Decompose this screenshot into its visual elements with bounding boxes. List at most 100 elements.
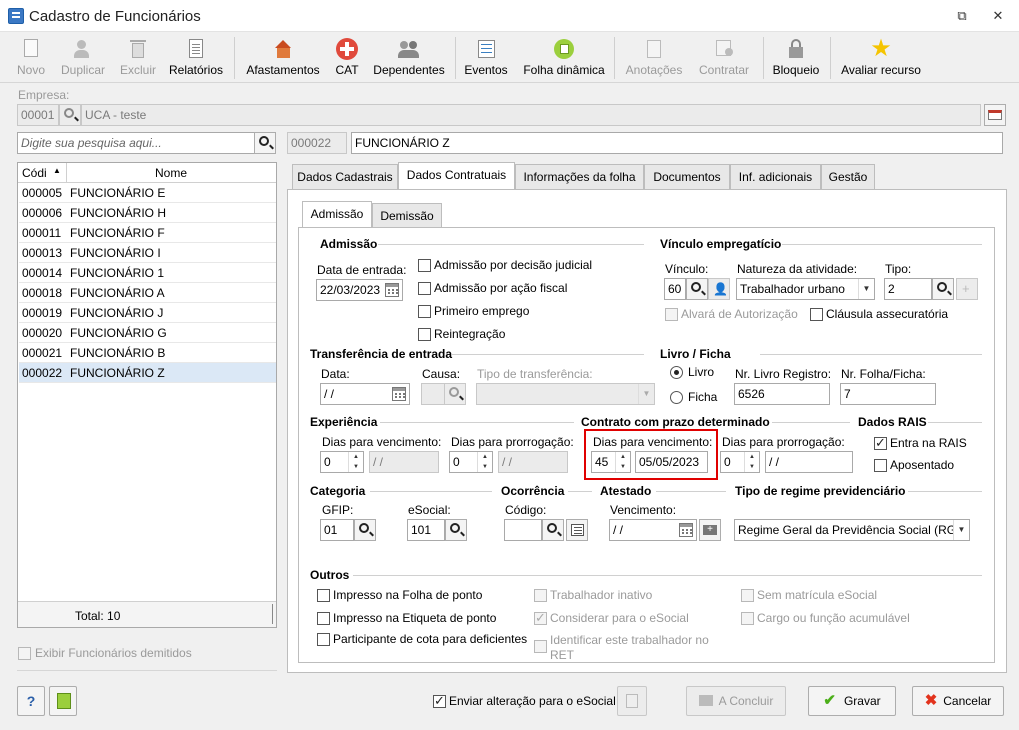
column-name-header[interactable]: Nome [155,166,187,180]
atestado-add-button[interactable]: + [699,519,721,541]
causa-field[interactable] [421,383,445,405]
reintegracao-checkbox[interactable] [418,328,431,341]
clausula-checkbox[interactable] [810,308,823,321]
table-row[interactable]: 000011 FUNCIONÁRIO F [19,223,276,243]
cat-button[interactable]: CAT [331,35,363,81]
regime-select[interactable]: Regime Geral da Previdência Social (RGP ▼ [734,519,970,541]
admissao-judicial-checkbox[interactable] [418,259,431,272]
gravar-button[interactable]: ✔ Gravar [808,686,896,716]
table-row[interactable]: 000019 FUNCIONÁRIO J [19,303,276,323]
empresa-name-field[interactable]: UCA - teste [81,104,981,126]
sem-matricula-checkbox[interactable] [741,589,754,602]
exp-data-prorr-field[interactable]: / / [498,451,568,473]
table-row[interactable]: 000014 FUNCIONÁRIO 1 [19,263,276,283]
exp-dias-venc-stepper[interactable]: 0 ▲ ▼ [320,451,364,473]
tab-gestao[interactable]: Gestão [821,164,875,190]
impresso-etiqueta-checkbox[interactable] [317,612,330,625]
help-button[interactable]: ? [17,686,45,716]
stepper-arrows-icon[interactable]: ▲ ▼ [348,452,363,472]
causa-search-button[interactable] [444,383,466,405]
avaliar-recurso-button[interactable]: ★ Avaliar recurso [838,35,924,81]
entra-rais-checkbox[interactable] [874,435,887,451]
transferencia-data-field[interactable]: / / [320,383,410,405]
import-button[interactable] [49,686,77,716]
table-row[interactable]: 000021 FUNCIONÁRIO B [19,343,276,363]
chevron-down-icon[interactable]: ▼ [953,520,969,540]
trabalhador-inativo-checkbox[interactable] [534,589,547,602]
esocial-search-button[interactable] [445,519,467,541]
calendar-icon[interactable] [382,280,402,300]
atestado-venc-field[interactable]: / / [609,519,697,541]
a-concluir-button[interactable]: A Concluir [686,686,786,716]
enviar-esocial-checkbox[interactable] [433,693,446,709]
table-row[interactable]: 000018 FUNCIONÁRIO A [19,283,276,303]
cota-deficientes-checkbox[interactable] [317,633,330,646]
contrato-data-venc-field[interactable]: 05/05/2023 [635,451,708,473]
esocial-sync-button[interactable] [617,686,647,716]
calendar-icon[interactable] [676,520,696,540]
calendar-icon[interactable] [389,384,409,404]
impresso-folha-checkbox[interactable] [317,589,330,602]
tab-documentos[interactable]: Documentos [644,164,730,190]
primeiro-emprego-checkbox[interactable] [418,305,431,318]
tab-dados-contratuais[interactable]: Dados Contratuais [398,162,515,190]
search-input[interactable]: Digite sua pesquisa aqui... [17,132,255,154]
gfip-field[interactable]: 01 [320,519,354,541]
afastamentos-button[interactable]: Afastamentos [242,35,324,81]
considerar-esocial-checkbox[interactable] [534,610,547,626]
tipo-add-button[interactable]: + [956,278,978,300]
table-row[interactable]: 000022 FUNCIONÁRIO Z [19,363,276,383]
anotacoes-button[interactable]: Anotações [623,35,685,81]
empresa-panel-button[interactable] [984,104,1006,126]
employee-name-field[interactable]: FUNCIONÁRIO Z [351,132,1003,154]
exp-dias-prorr-stepper[interactable]: 0 ▲ ▼ [449,451,493,473]
identificar-ret-checkbox[interactable] [534,640,547,653]
nr-folha-field[interactable]: 7 [840,383,936,405]
vinculo-add-button[interactable]: 👤 [708,278,730,300]
admissao-fiscal-checkbox[interactable] [418,282,431,295]
chevron-down-icon[interactable]: ▼ [638,384,654,404]
table-row[interactable]: 000020 FUNCIONÁRIO G [19,323,276,343]
excluir-button[interactable]: Excluir [117,35,159,81]
chevron-down-icon[interactable]: ▼ [858,279,874,299]
gfip-search-button[interactable] [354,519,376,541]
folha-dinamica-button[interactable]: Folha dinâmica [519,35,609,81]
stepper-arrows-icon[interactable]: ▲ ▼ [744,452,759,472]
ficha-radio[interactable] [670,391,683,404]
search-button[interactable] [254,132,276,154]
eventos-button[interactable]: Eventos [463,35,509,81]
table-row[interactable]: 000005 FUNCIONÁRIO E [19,183,276,203]
subtab-demissao[interactable]: Demissão [372,203,442,229]
contrato-dias-venc-stepper[interactable]: 45 ▲ ▼ [591,451,631,473]
column-code-header[interactable]: Códi [22,166,47,180]
esocial-field[interactable]: 101 [407,519,445,541]
table-row[interactable]: 000006 FUNCIONÁRIO H [19,203,276,223]
tab-informacoes-folha[interactable]: Informações da folha [515,164,644,190]
contratar-button[interactable]: Contratar [695,35,753,81]
novo-button[interactable]: Novo [10,35,52,81]
tab-inf-adicionais[interactable]: Inf. adicionais [730,164,821,190]
empresa-code-field[interactable]: 00001 [17,104,59,126]
vinculo-field[interactable]: 60 [664,278,686,300]
vinculo-search-button[interactable] [686,278,708,300]
livro-radio[interactable] [670,366,683,379]
tipo-field[interactable]: 2 [884,278,932,300]
alvara-checkbox[interactable] [665,308,678,321]
ocorrencia-search-button[interactable] [542,519,564,541]
data-entrada-field[interactable]: 22/03/2023 [316,279,403,301]
nr-livro-field[interactable]: 6526 [734,383,830,405]
exp-data-venc-field[interactable]: / / [369,451,439,473]
duplicar-button[interactable]: Duplicar [57,35,109,81]
ocorrencia-codigo-field[interactable] [504,519,542,541]
dependentes-button[interactable]: Dependentes [371,35,447,81]
empresa-search-button[interactable] [59,104,81,126]
tab-dados-cadastrais[interactable]: Dados Cadastrais [292,164,398,190]
subtab-admissao[interactable]: Admissão [302,201,372,229]
restore-icon[interactable]: ⧉ [952,6,972,26]
exibir-demitidos-checkbox[interactable] [18,647,31,660]
table-row[interactable]: 000013 FUNCIONÁRIO I [19,243,276,263]
aposentado-checkbox[interactable] [874,459,887,472]
contrato-data-prorr-field[interactable]: / / [765,451,853,473]
stepper-arrows-icon[interactable]: ▲ ▼ [477,452,492,472]
bloqueio-button[interactable]: Bloqueio [770,35,822,81]
